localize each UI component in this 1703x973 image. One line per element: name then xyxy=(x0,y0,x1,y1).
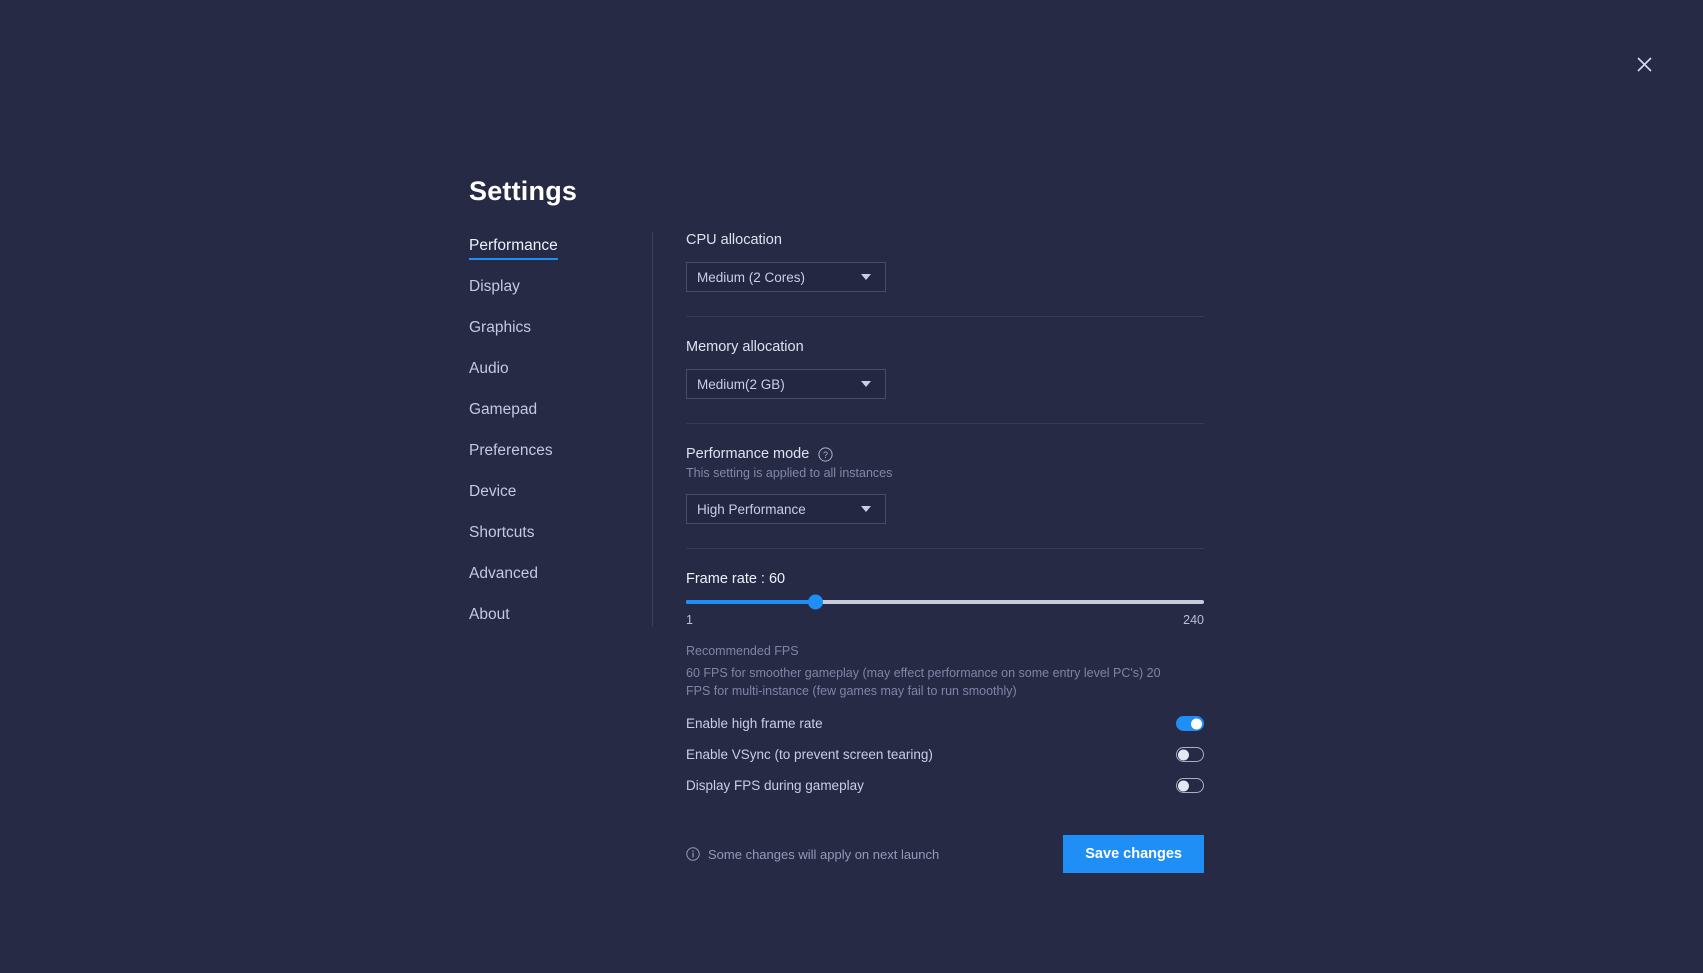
sidebar-item-shortcuts[interactable]: Shortcuts xyxy=(469,524,534,547)
performance-mode-section: Performance mode ? This setting is appli… xyxy=(686,446,1204,524)
recommended-fps-text: 60 FPS for smoother gameplay (may effect… xyxy=(686,666,1161,699)
divider xyxy=(686,316,1204,317)
sidebar-item-audio[interactable]: Audio xyxy=(469,360,509,383)
settings-footer: Some changes will apply on next launch S… xyxy=(686,835,1204,874)
help-circle-icon[interactable]: ? xyxy=(818,446,833,462)
chevron-down-icon xyxy=(861,274,871,280)
cpu-allocation-section: CPU allocation Medium (2 Cores) xyxy=(686,232,1204,292)
toggle-row-vsync: Enable VSync (to prevent screen tearing) xyxy=(686,747,1204,763)
toggle-knob xyxy=(1178,749,1189,761)
frame-rate-range: 1 240 xyxy=(686,613,1204,627)
performance-mode-select[interactable]: High Performance xyxy=(686,494,886,524)
memory-allocation-select[interactable]: Medium(2 GB) xyxy=(686,369,886,399)
toggle-vsync[interactable] xyxy=(1176,747,1204,763)
performance-mode-value: High Performance xyxy=(697,501,806,517)
sidebar-item-device[interactable]: Device xyxy=(469,483,516,506)
toggle-row-display-fps: Display FPS during gameplay xyxy=(686,778,1204,794)
performance-mode-description: This setting is applied to all instances xyxy=(686,466,893,480)
svg-text:?: ? xyxy=(823,450,828,460)
frame-rate-title: Frame rate : 60 xyxy=(686,571,786,587)
save-changes-button[interactable]: Save changes xyxy=(1063,835,1204,874)
settings-nav: Performance Display Graphics Audio Gamep… xyxy=(469,237,634,647)
frame-rate-max: 240 xyxy=(1183,613,1204,627)
close-button[interactable] xyxy=(1630,50,1658,78)
toggle-row-high-frame-rate: Enable high frame rate xyxy=(686,716,1204,732)
memory-allocation-label: Memory allocation xyxy=(686,339,804,355)
frame-rate-min: 1 xyxy=(686,613,693,627)
toggle-label-high-frame-rate: Enable high frame rate xyxy=(686,716,823,732)
sidebar-item-performance[interactable]: Performance xyxy=(469,237,558,260)
divider xyxy=(686,423,1204,424)
performance-mode-label-row: Performance mode ? xyxy=(686,446,1204,462)
recommended-fps-title: Recommended FPS xyxy=(686,644,799,658)
cpu-allocation-label: CPU allocation xyxy=(686,232,782,248)
toggle-high-frame-rate[interactable] xyxy=(1176,716,1204,732)
close-icon xyxy=(1636,56,1652,72)
chevron-down-icon xyxy=(861,506,871,512)
info-circle-icon xyxy=(686,847,700,861)
toggle-label-display-fps: Display FPS during gameplay xyxy=(686,778,864,794)
performance-mode-label: Performance mode xyxy=(686,446,810,462)
cpu-allocation-value: Medium (2 Cores) xyxy=(697,269,806,285)
toggle-knob xyxy=(1191,718,1202,730)
settings-window: Settings Performance Display Graphics Au… xyxy=(0,0,1703,973)
sidebar-item-preferences[interactable]: Preferences xyxy=(469,442,553,465)
sidebar-item-gamepad[interactable]: Gamepad xyxy=(469,401,537,424)
sidebar-divider xyxy=(652,232,653,627)
frame-rate-section: Frame rate : 60 1 240 Recommended FPS 60… xyxy=(686,571,1204,700)
next-launch-note-text: Some changes will apply on next launch xyxy=(708,846,940,862)
page-title: Settings xyxy=(469,176,578,206)
toggle-display-fps[interactable] xyxy=(1176,778,1204,794)
sidebar-item-graphics[interactable]: Graphics xyxy=(469,319,531,342)
frame-rate-slider-fill xyxy=(686,600,816,604)
toggle-knob xyxy=(1178,780,1189,792)
sidebar-item-display[interactable]: Display xyxy=(469,278,520,301)
sidebar-item-about[interactable]: About xyxy=(469,606,510,629)
chevron-down-icon xyxy=(861,381,871,387)
cpu-allocation-select[interactable]: Medium (2 Cores) xyxy=(686,262,886,292)
frame-rate-slider[interactable] xyxy=(686,594,1204,610)
sidebar-item-advanced[interactable]: Advanced xyxy=(469,565,538,588)
toggle-label-vsync: Enable VSync (to prevent screen tearing) xyxy=(686,747,933,763)
frame-rate-slider-thumb[interactable] xyxy=(808,594,823,610)
settings-content: CPU allocation Medium (2 Cores) Memory a… xyxy=(686,232,1204,874)
memory-allocation-value: Medium(2 GB) xyxy=(697,376,785,392)
memory-allocation-section: Memory allocation Medium(2 GB) xyxy=(686,339,1204,399)
next-launch-note: Some changes will apply on next launch xyxy=(686,847,939,862)
divider xyxy=(686,548,1204,549)
